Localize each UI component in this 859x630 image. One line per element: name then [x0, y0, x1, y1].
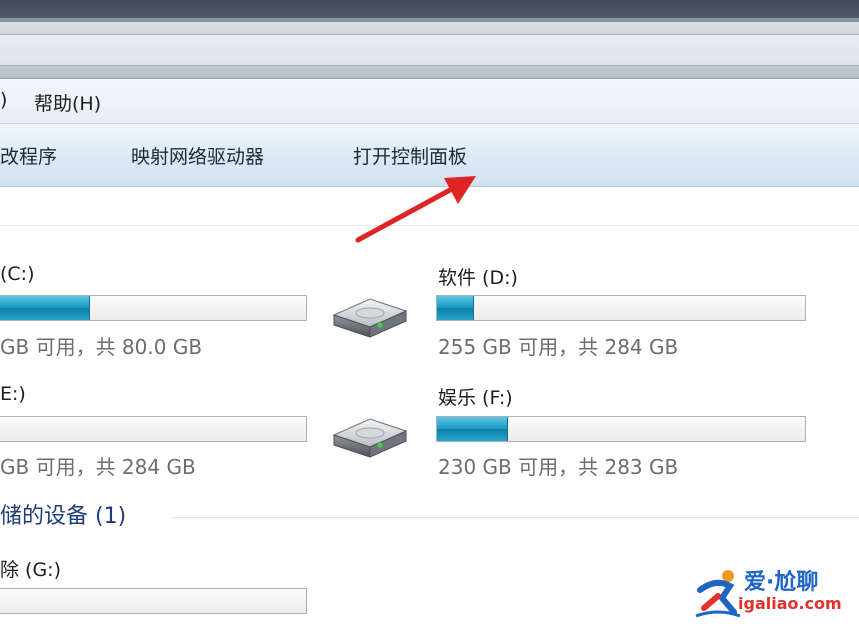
explorer-window: ) 帮助(H) 改程序 映射网络驱动器 打开控制面板 (C:) GB 可用，共 … — [0, 0, 859, 630]
drive-usage-fill — [0, 296, 90, 320]
drive-usage-fill — [437, 296, 474, 320]
drive-usage-fill — [437, 417, 508, 441]
red-arrow-icon — [355, 176, 476, 243]
menu-item-fragment[interactable]: ) — [0, 89, 7, 111]
drive-space-info: 230 GB 可用，共 283 GB — [438, 455, 679, 479]
drive-usage-bar — [0, 588, 307, 614]
drive-space-info: GB 可用，共 284 GB — [0, 455, 196, 479]
site-watermark: 爱·尬聊 igaliao.com — [694, 564, 854, 624]
drive-usage-bar — [436, 295, 806, 321]
section-divider — [172, 517, 859, 518]
drive-label: E:) — [0, 383, 26, 405]
removable-storage-header[interactable]: 储的设备 (1) — [0, 498, 126, 530]
hard-drive-icon — [332, 418, 408, 458]
runner-logo-icon — [695, 570, 741, 618]
drive-label: 除 (G:) — [0, 559, 61, 581]
menu-item-help[interactable]: 帮助(H) — [34, 89, 101, 116]
window-title-bar — [0, 0, 859, 23]
drive-usage-bar — [436, 416, 806, 442]
drive-space-info: 255 GB 可用，共 284 GB — [438, 335, 679, 359]
hard-drive-icon — [332, 298, 408, 338]
drive-label: 软件 (D:) — [438, 267, 518, 289]
map-network-drive-button[interactable]: 映射网络驱动器 — [131, 142, 264, 169]
drive-usage-bar — [0, 295, 307, 321]
open-control-panel-button[interactable]: 打开控制面板 — [353, 142, 467, 169]
drive-space-info: GB 可用，共 80.0 GB — [0, 335, 203, 359]
watermark-cn-text: 爱·尬聊 — [744, 570, 819, 595]
drive-usage-bar — [0, 416, 307, 442]
menu-bar: ) 帮助(H) — [0, 79, 859, 124]
address-bar-area — [0, 22, 859, 79]
address-field[interactable] — [0, 34, 859, 66]
drive-label: (C:) — [0, 263, 35, 285]
uninstall-program-button[interactable]: 改程序 — [0, 142, 57, 169]
drive-label: 娱乐 (F:) — [438, 387, 513, 409]
watermark-url-text: igaliao.com — [738, 594, 842, 613]
